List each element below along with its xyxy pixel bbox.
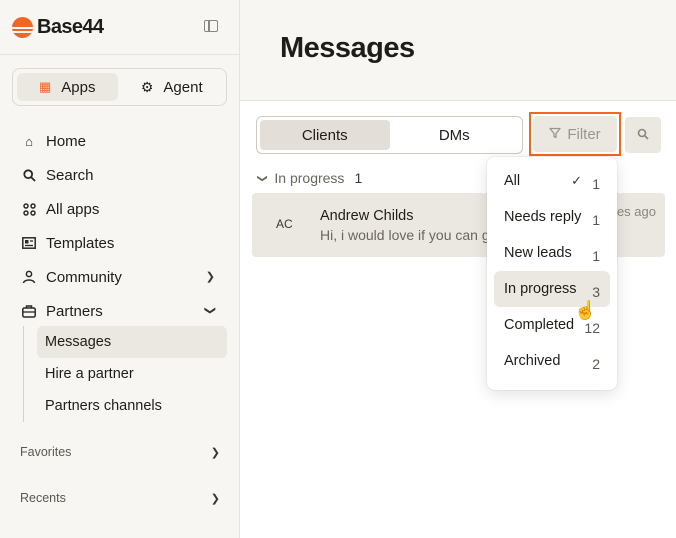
- tab-clients[interactable]: Clients: [260, 120, 390, 150]
- sidebar-item-label: All apps: [46, 200, 100, 218]
- option-label: Needs reply: [504, 209, 582, 225]
- filter-menu: All ✓ 1 Needs reply 1 New leads 1 In pro…: [487, 157, 617, 390]
- sidebar-item-templates[interactable]: Templates: [12, 226, 227, 260]
- hand-cursor-icon: ☝: [574, 300, 597, 320]
- home-icon: ⌂: [25, 133, 33, 149]
- sidebar-item-messages[interactable]: Messages: [37, 326, 227, 358]
- sidebar-item-label: Partners: [46, 302, 103, 320]
- sidebar-item-search[interactable]: Search: [12, 158, 227, 192]
- sender-name: Andrew Childs: [320, 208, 414, 224]
- option-count: 1: [592, 176, 600, 192]
- sidebar-item-label: Hire a partner: [45, 366, 134, 382]
- sidebar-item-home[interactable]: ⌂ Home: [12, 124, 227, 158]
- sidebar-item-community[interactable]: Community ❯: [12, 260, 227, 294]
- brand-name: Base44: [37, 15, 104, 38]
- page-title: Messages: [280, 32, 415, 64]
- filter-icon: [549, 126, 561, 143]
- page-header: Messages: [240, 0, 676, 101]
- option-label: All: [504, 173, 521, 189]
- agent-icon: ⚙: [140, 78, 154, 95]
- avatar: AC: [276, 217, 293, 231]
- sidebar-item-label: Templates: [46, 234, 115, 252]
- chevron-right-icon: ❯: [210, 446, 220, 459]
- option-label: New leads: [504, 245, 572, 261]
- agent-mode-label: Agent: [163, 78, 203, 96]
- sidebar-toggle-icon[interactable]: [204, 20, 218, 32]
- chevron-down-icon: ❯: [256, 173, 268, 183]
- group-header[interactable]: ❯ In progress 1: [256, 170, 363, 186]
- chevron-right-icon: ❯: [205, 271, 215, 283]
- option-label: Completed: [504, 317, 575, 333]
- option-label: Archived: [504, 353, 561, 369]
- brand[interactable]: Base44: [12, 15, 104, 38]
- search-icon: [22, 168, 36, 182]
- sidebar-item-label: Home: [46, 132, 87, 150]
- chevron-right-icon: ❯: [210, 492, 220, 505]
- option-count: 3: [592, 284, 600, 300]
- recents-section[interactable]: Recents ❯: [20, 490, 220, 506]
- filter-option-all[interactable]: All ✓ 1: [494, 163, 610, 199]
- templates-icon: [22, 236, 36, 250]
- tab-dms[interactable]: DMs: [390, 120, 520, 150]
- conversation-type-tabs: Clients DMs: [256, 116, 523, 154]
- grid-icon: [22, 202, 36, 216]
- sidebar-item-hire-a-partner[interactable]: Hire a partner: [37, 358, 228, 390]
- chevron-down-icon: ❯: [203, 305, 216, 316]
- sidebar: Base44 ▦ Apps ⚙ Agent ⌂ Home Search All …: [0, 0, 240, 538]
- option-count: 1: [592, 248, 600, 264]
- message-preview: Hi, i would love if you can g: [320, 227, 490, 243]
- option-count: 2: [592, 356, 600, 372]
- sidebar-item-partners[interactable]: Partners ❯: [12, 294, 227, 328]
- option-count: 1: [592, 212, 600, 228]
- community-icon: [22, 270, 36, 284]
- sidebar-nav: ⌂ Home Search All apps Templates Communi…: [12, 124, 227, 328]
- search-icon: [637, 128, 649, 143]
- base44-logo-icon: [12, 16, 33, 38]
- sidebar-item-label: Messages: [45, 334, 112, 350]
- option-label: In progress: [504, 281, 577, 297]
- filter-option-archived[interactable]: Archived 2: [494, 343, 610, 379]
- partners-submenu: Messages Hire a partner Partners channel…: [23, 326, 228, 422]
- message-time: tes ago: [613, 204, 656, 219]
- sidebar-item-label: Partners channels: [45, 398, 162, 414]
- filter-label: Filter: [567, 125, 601, 143]
- filter-option-needs-reply[interactable]: Needs reply 1: [494, 199, 610, 235]
- search-messages-button[interactable]: [625, 117, 661, 153]
- group-count: 1: [354, 170, 363, 186]
- divider: [0, 54, 239, 55]
- favorites-section[interactable]: Favorites ❯: [20, 444, 220, 460]
- sidebar-item-partners-channels[interactable]: Partners channels: [37, 390, 228, 422]
- option-count: 12: [584, 320, 600, 336]
- agent-mode-button[interactable]: ⚙ Agent: [122, 73, 223, 101]
- apps-mode-label: Apps: [61, 78, 96, 96]
- sidebar-item-label: Community: [46, 268, 122, 286]
- group-label: In progress: [274, 170, 345, 186]
- mode-switch: ▦ Apps ⚙ Agent: [12, 68, 227, 106]
- filter-button[interactable]: Filter: [533, 116, 617, 152]
- sidebar-item-all-apps[interactable]: All apps: [12, 192, 227, 226]
- filter-option-new-leads[interactable]: New leads 1: [494, 235, 610, 271]
- recents-label: Recents: [20, 491, 66, 505]
- favorites-label: Favorites: [20, 445, 72, 459]
- apps-mode-button[interactable]: ▦ Apps: [17, 73, 118, 101]
- briefcase-icon: [22, 304, 36, 318]
- check-icon: ✓: [571, 173, 582, 188]
- sidebar-item-label: Search: [46, 166, 94, 184]
- apps-icon: ▦: [39, 79, 52, 94]
